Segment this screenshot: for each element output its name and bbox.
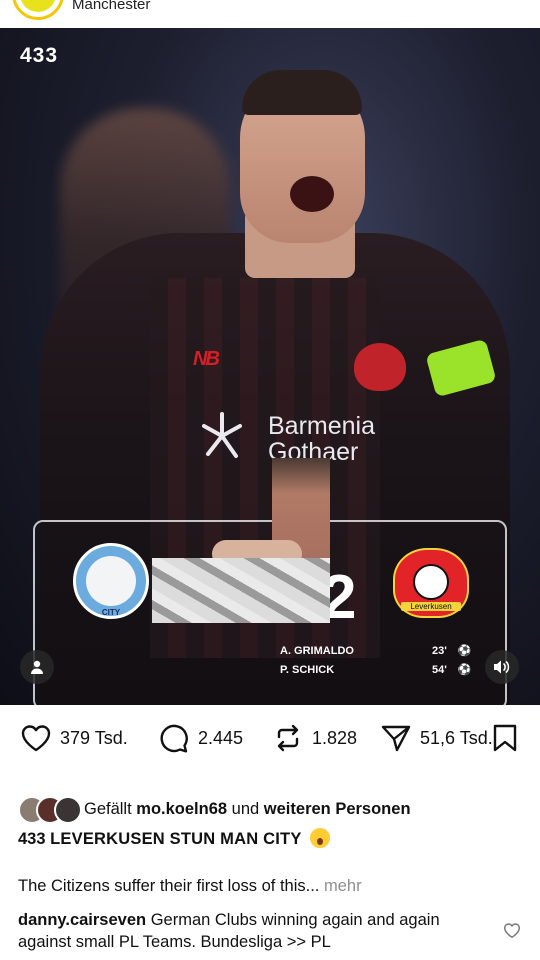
like-count: 379 Tsd. (60, 727, 128, 748)
scorer-name: A. GRIMALDO (280, 645, 354, 657)
share-count: 51,6 Tsd. (420, 727, 493, 748)
liked-by-middle: und (231, 799, 260, 818)
post-location[interactable]: Manchester (72, 0, 150, 13)
share-button[interactable]: 51,6 Tsd. (380, 723, 493, 753)
repost-count: 1.828 (312, 727, 358, 748)
caption-text: The Citizens suffer their first loss of … (18, 877, 320, 895)
tagged-users-button[interactable] (20, 650, 54, 684)
like-button[interactable]: 379 Tsd. (20, 723, 128, 753)
bayer-cross-icon (413, 564, 449, 600)
manchester-city-crest: CITY (73, 543, 149, 619)
brand-logo: 433 (20, 44, 59, 67)
liked-by-user[interactable]: mo.koeln68 (136, 800, 227, 819)
scorer-name: P. SCHICK (280, 664, 335, 676)
goal-minute: 23' (432, 645, 447, 657)
sticker-shirt (152, 558, 330, 623)
liked-by-suffix[interactable]: weiteren Personen (264, 800, 411, 819)
comment-username[interactable]: danny.cairseven (18, 911, 146, 929)
shirt-crest (354, 343, 406, 391)
caption-title: LEVERKUSEN STUN MAN CITY (50, 830, 302, 848)
avatar-image (20, 0, 56, 12)
caption-body-line: The Citizens suffer their first loss of … (18, 877, 362, 896)
goal-minute: 54' (432, 664, 447, 676)
leverkusen-crest: Leverkusen (393, 548, 469, 618)
leverkusen-crest-label: Leverkusen (401, 602, 461, 611)
comment-like-button[interactable] (503, 922, 521, 944)
more-link[interactable]: mehr (324, 877, 362, 895)
scorer-list: A. GRIMALDO P. SCHICK (280, 642, 354, 680)
football-icon: ⚽ (457, 645, 472, 657)
speaker-icon (494, 660, 510, 674)
player-mouth (290, 176, 334, 212)
post-media[interactable]: NB Barmenia Gothaer 433 CITY 2 Leverkuse… (0, 28, 540, 705)
repost-button[interactable]: 1.828 (272, 723, 357, 753)
goal-minute-row: 23' ⚽ (432, 642, 472, 661)
post-header: Manchester (0, 0, 540, 28)
comment-button[interactable]: 2.445 (158, 723, 243, 753)
shocked-face-icon (310, 828, 331, 848)
liked-by-line[interactable]: Gefällt mo.koeln68 und weiteren Personen (18, 796, 411, 824)
save-button[interactable] (492, 723, 526, 753)
bookmark-icon (493, 724, 517, 752)
small-heart-icon (503, 923, 521, 938)
repost-icon (277, 724, 299, 752)
comment-preview[interactable]: danny.cairseven German Clubs winning aga… (18, 909, 478, 953)
comment-count: 2.445 (198, 727, 244, 748)
action-bar: 379 Tsd. 2.445 1.828 51,6 Tsd. (0, 715, 540, 761)
football-icon: ⚽ (457, 664, 472, 676)
sound-toggle-button[interactable] (485, 650, 519, 684)
sponsor-logo-icon (202, 412, 242, 458)
avatar (54, 796, 82, 824)
kit-brand-logo: NB (193, 348, 220, 370)
liked-by-prefix: Gefällt (84, 799, 132, 818)
city-crest-label: CITY (101, 608, 121, 617)
goal-minute-row: 54' ⚽ (432, 661, 472, 680)
heart-icon (21, 725, 51, 752)
send-icon (381, 725, 411, 752)
comment-bubble-icon (160, 724, 188, 753)
person-icon (31, 660, 43, 674)
goal-times: 23' ⚽ 54' ⚽ (432, 642, 472, 680)
liker-avatars (18, 796, 82, 824)
caption-title-line: 433 LEVERKUSEN STUN MAN CITY (18, 828, 331, 849)
reaction-sticker (152, 458, 330, 623)
caption-username[interactable]: 433 (18, 830, 46, 848)
account-avatar[interactable] (12, 0, 64, 20)
player-hair (242, 70, 362, 115)
city-crest-shield-icon (86, 556, 136, 606)
